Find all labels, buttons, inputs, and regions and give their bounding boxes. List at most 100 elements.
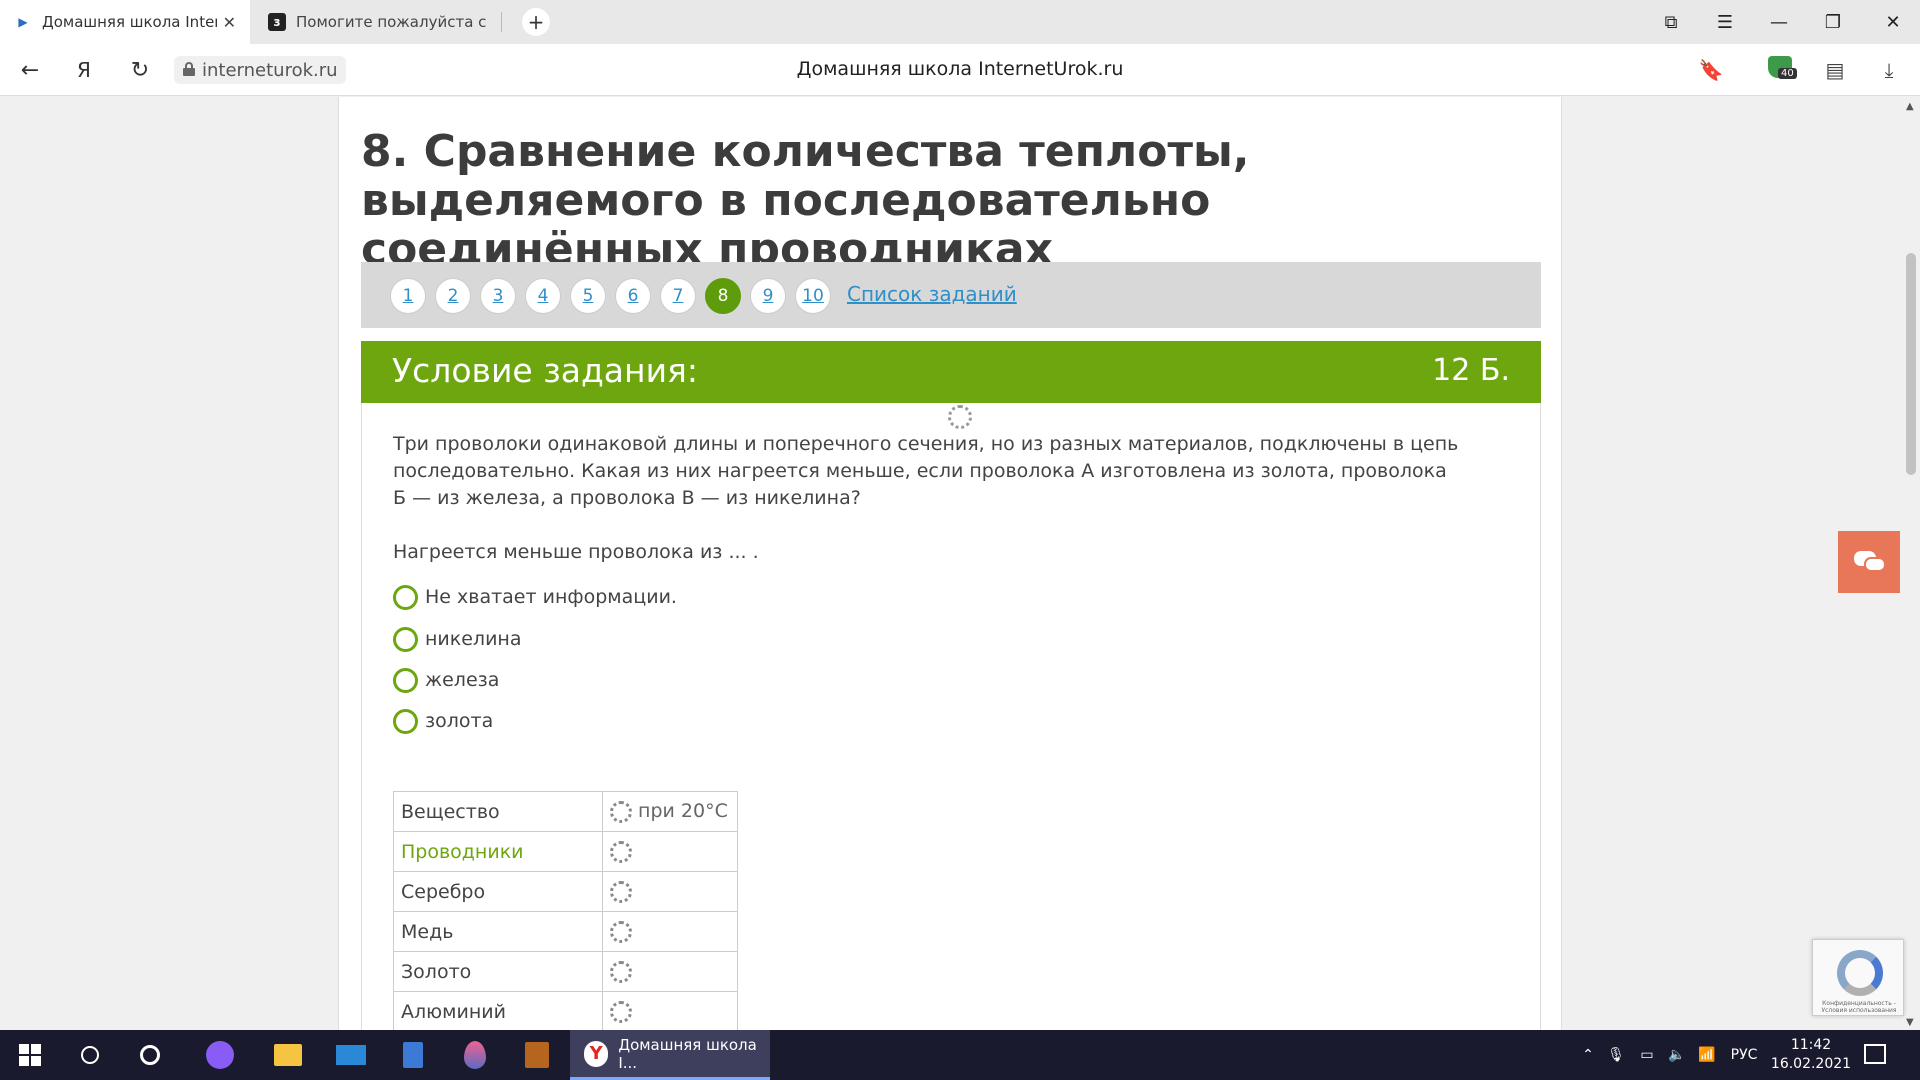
tab-label: Помогите пожалуйста срочно (296, 13, 486, 31)
book-icon (525, 1042, 549, 1068)
tab-bar: ▶ Домашняя школа InternetUrok.ru ✕ з Пом… (0, 0, 1920, 44)
pager-item-7[interactable]: 7 (660, 278, 696, 314)
pager-item-1[interactable]: 1 (390, 278, 426, 314)
microphone-icon[interactable]: 🎙 (1604, 1030, 1628, 1080)
taskbar-app-label: Домашняя школа I... (618, 1035, 757, 1072)
pager-item-2[interactable]: 2 (435, 278, 471, 314)
alice-app[interactable] (194, 1030, 246, 1080)
vertical-scrollbar[interactable]: ▲ ▼ (1902, 97, 1920, 1030)
table-cell (602, 991, 738, 1030)
restore-button[interactable]: ❐ (1806, 0, 1860, 44)
radio-button[interactable] (393, 584, 418, 610)
task-body: Три проволоки одинаковой длины и попереч… (361, 403, 1541, 1030)
folder-icon (274, 1044, 302, 1066)
chat-bubbles-icon (1854, 551, 1886, 573)
tabs-manager-icon[interactable]: ⧉ (1644, 0, 1698, 44)
radio-button[interactable] (393, 708, 418, 734)
table-cell: Медь (393, 911, 603, 952)
tab-znanija[interactable]: з Помогите пожалуйста срочно (254, 0, 500, 44)
chat-button[interactable] (1838, 531, 1900, 593)
option-label: Не хватает информации. (425, 586, 677, 608)
close-window-button[interactable]: ✕ (1866, 0, 1920, 44)
back-arrow-icon[interactable]: ← (14, 54, 46, 86)
loading-spinner-icon (610, 1000, 632, 1023)
url-field[interactable]: interneturok.ru (174, 56, 346, 84)
table-row: Золото (393, 951, 738, 992)
pager-item-6[interactable]: 6 (615, 278, 651, 314)
minimize-button[interactable]: — (1752, 0, 1806, 44)
volume-icon[interactable]: 🔈 (1664, 1030, 1690, 1080)
table-header-cell: Вещество (393, 791, 603, 832)
task-header: Условие задания: 12 Б. (361, 341, 1541, 403)
answer-option-2[interactable]: никелина (393, 624, 522, 654)
yandex-button[interactable]: Я (68, 54, 100, 86)
recaptcha-logo-icon (1837, 950, 1883, 996)
scroll-thumb[interactable] (1906, 253, 1916, 475)
system-clock[interactable]: 11:42 16.02.2021 (1768, 1036, 1854, 1074)
tray-expand-icon[interactable]: ⌃ (1576, 1030, 1600, 1080)
windows-taskbar: Y Домашняя школа I... ⌃ 🎙 ▭ 🔈 📶 РУС 11:4… (0, 1030, 1920, 1080)
table-row: Медь (393, 911, 738, 952)
table-row: Серебро (393, 871, 738, 912)
menu-button[interactable]: ☰ (1698, 0, 1752, 44)
loading-spinner-icon (948, 405, 972, 429)
collections-icon[interactable]: ▤ (1818, 54, 1852, 86)
notifications-icon[interactable] (1864, 1044, 1886, 1064)
page-heading: 8. Сравнение количества теплоты, выделяе… (361, 126, 1250, 275)
language-indicator[interactable]: РУС (1724, 1030, 1764, 1080)
table-row: Проводники (393, 831, 738, 872)
tab-label: Домашняя школа InternetUrok.ru (42, 13, 217, 31)
battery-icon[interactable]: ▭ (1634, 1030, 1660, 1080)
pager-item-8-current[interactable]: 8 (705, 278, 741, 314)
table-cell (602, 831, 738, 872)
recaptcha-badge[interactable]: Конфиденциальность - Условия использован… (1812, 939, 1904, 1016)
scroll-down-icon[interactable]: ▼ (1906, 1017, 1914, 1028)
radio-button[interactable] (393, 626, 418, 652)
task-points: 12 Б. (1432, 353, 1510, 388)
pager-item-4[interactable]: 4 (525, 278, 561, 314)
clock-date: 16.02.2021 (1770, 1056, 1852, 1072)
book-app[interactable] (511, 1030, 563, 1080)
search-button[interactable] (64, 1030, 116, 1080)
bookmark-icon[interactable]: 🔖 (1694, 54, 1728, 86)
table-header-cell: при 20°C (602, 791, 738, 832)
table-cell: Проводники (393, 831, 603, 872)
loading-spinner-icon (610, 800, 632, 823)
network-icon[interactable]: 📶 (1694, 1030, 1720, 1080)
table-cell (602, 911, 738, 952)
lock-icon (183, 62, 195, 76)
answer-option-4[interactable]: золота (393, 706, 493, 736)
pager-item-3[interactable]: 3 (480, 278, 516, 314)
mail-icon (336, 1045, 366, 1065)
scroll-up-icon[interactable]: ▲ (1906, 101, 1914, 112)
explorer-app[interactable] (262, 1030, 314, 1080)
download-icon[interactable]: ⤓ (1872, 54, 1906, 86)
paint-app[interactable] (449, 1030, 501, 1080)
pager-item-9[interactable]: 9 (750, 278, 786, 314)
answer-option-1[interactable]: Не хватает информации. (393, 582, 677, 612)
cortana-button[interactable] (124, 1030, 176, 1080)
pager-item-5[interactable]: 5 (570, 278, 606, 314)
loading-spinner-icon (610, 920, 632, 943)
alice-icon (206, 1041, 234, 1069)
extension-badge-count: 40 (1778, 68, 1797, 79)
loading-spinner-icon (610, 960, 632, 983)
answer-option-3[interactable]: железа (393, 665, 499, 695)
table-header-text: при 20°C (638, 800, 728, 823)
start-button[interactable] (4, 1030, 56, 1080)
close-tab-icon[interactable]: ✕ (223, 13, 236, 32)
tab-interneturok[interactable]: ▶ Домашняя школа InternetUrok.ru ✕ (0, 0, 250, 44)
protect-extension-icon[interactable]: 40 (1768, 56, 1797, 82)
calculator-app[interactable] (387, 1030, 439, 1080)
pager-item-10[interactable]: 10 (795, 278, 831, 314)
taskbar-active-browser[interactable]: Y Домашняя школа I... (570, 1030, 770, 1080)
page-viewport: 8. Сравнение количества теплоты, выделяе… (0, 97, 1920, 1030)
mail-app[interactable] (325, 1030, 377, 1080)
radio-button[interactable] (393, 667, 418, 693)
reload-icon[interactable]: ↻ (124, 54, 156, 86)
new-tab-button[interactable]: + (522, 8, 550, 36)
table-row: Алюминий (393, 991, 738, 1030)
task-list-link[interactable]: Список заданий (847, 282, 1017, 306)
table-header-row: Вещество при 20°C (393, 791, 738, 832)
option-label: никелина (425, 628, 522, 650)
